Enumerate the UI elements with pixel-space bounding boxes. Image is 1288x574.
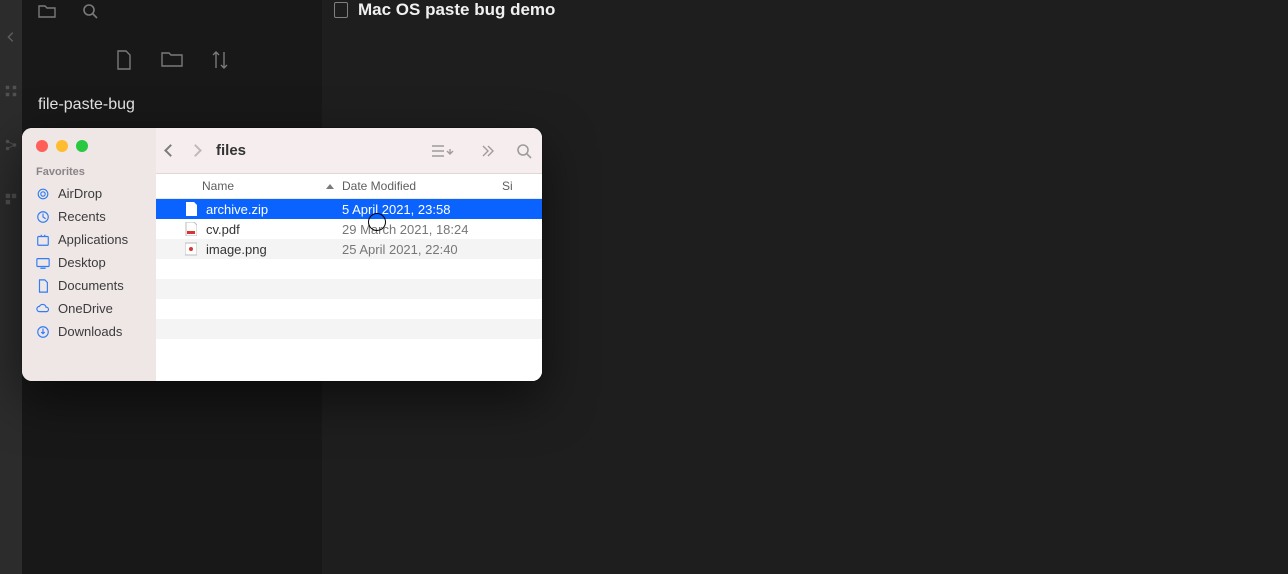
favorite-desktop[interactable]: Desktop: [22, 251, 156, 274]
close-dot[interactable]: [36, 140, 48, 152]
zoom-dot[interactable]: [76, 140, 88, 152]
new-folder-icon[interactable]: [161, 50, 183, 68]
nav-forward-button[interactable]: [189, 144, 202, 157]
empty-row: [156, 339, 542, 359]
activity-bar: [0, 0, 22, 574]
file-row[interactable]: archive.zip 5 April 2021, 23:58: [156, 199, 542, 219]
column-headers: Name Date Modified Si: [156, 174, 542, 199]
apps-icon: [36, 233, 50, 247]
favorite-documents[interactable]: Documents: [22, 274, 156, 297]
pdf-icon: [184, 222, 198, 236]
finder-main: files Name Date Modified Si archive.zip: [156, 128, 542, 381]
favorite-downloads[interactable]: Downloads: [22, 320, 156, 343]
favorite-label: Applications: [58, 232, 128, 247]
nav-back-button[interactable]: [164, 144, 177, 157]
empty-row: [156, 279, 542, 299]
finder-sidebar: Favorites AirDrop Recents Applications D…: [22, 128, 156, 381]
repo-title: file-paste-bug: [22, 88, 322, 122]
graph-icon[interactable]: [4, 138, 18, 152]
file-icon: [334, 2, 348, 18]
favorite-label: Documents: [58, 278, 124, 293]
favorites-label: Favorites: [22, 166, 156, 182]
search-icon[interactable]: [516, 143, 532, 159]
file-row[interactable]: cv.pdf 29 March 2021, 18:24: [156, 219, 542, 239]
view-list-icon[interactable]: [430, 143, 456, 159]
favorite-applications[interactable]: Applications: [22, 228, 156, 251]
window-traffic-lights: [22, 138, 156, 166]
zip-icon: [184, 202, 198, 216]
file-list: archive.zip 5 April 2021, 23:58 cv.pdf 2…: [156, 199, 542, 381]
grid-icon[interactable]: [4, 84, 18, 98]
file-row[interactable]: image.png 25 April 2021, 22:40: [156, 239, 542, 259]
ext-icon[interactable]: [4, 192, 18, 206]
file-name: archive.zip: [206, 202, 268, 217]
favorite-airdrop[interactable]: AirDrop: [22, 182, 156, 205]
finder-title: files: [216, 142, 422, 159]
download-icon: [36, 325, 50, 339]
header-date[interactable]: Date Modified: [342, 179, 502, 193]
clock-icon: [36, 210, 50, 224]
finder-window: Favorites AirDrop Recents Applications D…: [22, 128, 542, 381]
file-name: cv.pdf: [206, 222, 240, 237]
desktop-icon: [36, 256, 50, 270]
favorite-onedrive[interactable]: OneDrive: [22, 297, 156, 320]
search-icon[interactable]: [82, 3, 98, 19]
tab-title[interactable]: Mac OS paste bug demo: [358, 0, 555, 20]
sort-ascending-icon: [326, 184, 334, 189]
minimize-dot[interactable]: [56, 140, 68, 152]
image-icon: [184, 242, 198, 256]
header-name[interactable]: Name: [156, 179, 342, 193]
cloud-icon: [36, 302, 50, 316]
folder-open-icon[interactable]: [38, 3, 56, 19]
header-size[interactable]: Si: [502, 179, 542, 193]
empty-row: [156, 259, 542, 279]
favorite-label: AirDrop: [58, 186, 102, 201]
file-name: image.png: [206, 242, 267, 257]
favorite-label: Downloads: [58, 324, 122, 339]
file-date: 5 April 2021, 23:58: [342, 202, 514, 217]
empty-row: [156, 319, 542, 339]
more-icon[interactable]: [478, 143, 494, 159]
favorite-label: Recents: [58, 209, 106, 224]
finder-toolbar: files: [156, 128, 542, 174]
sort-icon[interactable]: [211, 50, 229, 70]
file-date: 25 April 2021, 22:40: [342, 242, 514, 257]
favorite-recents[interactable]: Recents: [22, 205, 156, 228]
new-file-icon[interactable]: [115, 50, 133, 70]
chevron-left-icon[interactable]: [4, 30, 18, 44]
doc-icon: [36, 279, 50, 293]
file-date: 29 March 2021, 18:24: [342, 222, 514, 237]
favorite-label: OneDrive: [58, 301, 113, 316]
airdrop-icon: [36, 187, 50, 201]
favorite-label: Desktop: [58, 255, 106, 270]
empty-row: [156, 299, 542, 319]
